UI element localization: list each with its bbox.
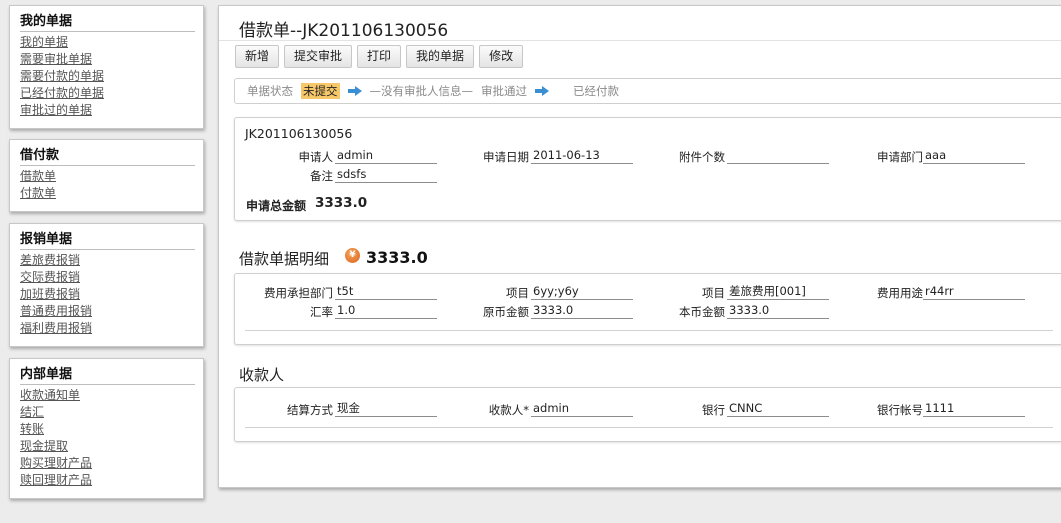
sidebar-group-title: 借付款 bbox=[20, 148, 195, 166]
sidebar-group-title: 报销单据 bbox=[20, 232, 195, 250]
bank-account-field[interactable]: 1111 bbox=[923, 401, 1025, 417]
cost-dept-field[interactable]: t5t bbox=[335, 284, 437, 300]
yen-coin-icon: ¥ bbox=[345, 248, 360, 263]
apply-date-label: 申请日期 bbox=[483, 150, 529, 164]
sidebar-link-need-payment[interactable]: 需要付款的单据 bbox=[20, 68, 195, 85]
edit-button[interactable]: 修改 bbox=[479, 45, 524, 68]
sidebar-group-title: 我的单据 bbox=[20, 14, 195, 32]
status-current-badge: 未提交 bbox=[301, 83, 340, 99]
main-panel: 借款单--JK201106130056 新增 提交审批 打印 我的单据 修改 单… bbox=[218, 5, 1061, 488]
applicant-field[interactable]: admin bbox=[335, 148, 437, 164]
sidebar-link-transfer[interactable]: 转账 bbox=[20, 421, 195, 438]
settlement-method-field[interactable]: 现金 bbox=[335, 401, 437, 417]
sidebar-group-loan: 借付款 借款单 付款单 bbox=[9, 139, 204, 212]
detail-section-title: 借款单据明细 bbox=[239, 250, 330, 268]
remark-field[interactable]: sdsfs bbox=[335, 167, 437, 183]
sidebar-link-loan[interactable]: 借款单 bbox=[20, 168, 195, 185]
sidebar-link-fx-settlement[interactable]: 结汇 bbox=[20, 404, 195, 421]
status-step-approved: 审批通过 bbox=[481, 84, 527, 98]
project-field[interactable]: 6yy;y6y bbox=[531, 284, 633, 300]
usage-field[interactable]: r44rr bbox=[923, 284, 1025, 300]
title-divider bbox=[219, 40, 1061, 41]
status-label: 单据状态 bbox=[247, 84, 293, 98]
payee-field[interactable]: admin bbox=[531, 401, 633, 417]
my-docs-button[interactable]: 我的单据 bbox=[406, 45, 475, 68]
payee-box: 结算方式 现金 收款人* admin 银行 CNNC 银行帐号 1111 bbox=[234, 387, 1061, 442]
status-step-paid: 已经付款 bbox=[573, 84, 619, 98]
header-info-box: JK201106130056 申请人 admin 申请日期 2011-06-13… bbox=[234, 117, 1061, 221]
status-bar: 单据状态 未提交 —没有审批人信息— 审批通过 已经付款 bbox=[234, 78, 1061, 104]
payee-label: 收款人* bbox=[488, 403, 529, 417]
sidebar-group-internal: 内部单据 收款通知单 结汇 转账 现金提取 购买理财产品 赎回理财产品 bbox=[9, 358, 204, 499]
apply-dept-field[interactable]: aaa bbox=[923, 148, 1025, 164]
doc-number: JK201106130056 bbox=[245, 126, 353, 141]
project-label: 项目 bbox=[506, 286, 529, 300]
payee-divider bbox=[245, 427, 1053, 428]
cost-dept-label: 费用承担部门 bbox=[264, 286, 333, 300]
item-label: 项目 bbox=[702, 286, 725, 300]
total-amount-value: 3333.0 bbox=[315, 195, 368, 211]
total-amount-label: 申请总金额 bbox=[246, 199, 307, 213]
sidebar-link-general[interactable]: 普通费用报销 bbox=[20, 303, 195, 320]
bank-label: 银行 bbox=[702, 403, 725, 417]
usage-label: 费用用途 bbox=[877, 286, 923, 300]
applicant-label: 申请人 bbox=[298, 150, 334, 164]
sidebar-link-entertainment[interactable]: 交际费报销 bbox=[20, 269, 195, 286]
exchange-rate-label: 汇率 bbox=[310, 305, 333, 319]
page-title: 借款单--JK201106130056 bbox=[239, 21, 449, 41]
exchange-rate-field[interactable]: 1.0 bbox=[335, 303, 437, 319]
item-field[interactable]: 差旅费用[001] bbox=[727, 284, 829, 300]
attachment-count-field[interactable] bbox=[727, 148, 829, 164]
detail-amount: 3333.0 bbox=[366, 248, 428, 267]
status-approver: —没有审批人信息— bbox=[369, 84, 474, 98]
local-amount-label: 本币金额 bbox=[679, 305, 725, 319]
sidebar-link-buy-wealth[interactable]: 购买理财产品 bbox=[20, 455, 195, 472]
sidebar-link-welfare[interactable]: 福利费用报销 bbox=[20, 320, 195, 337]
sidebar-link-overtime[interactable]: 加班费报销 bbox=[20, 286, 195, 303]
sidebar-link-approved[interactable]: 审批过的单据 bbox=[20, 102, 195, 119]
apply-date-field[interactable]: 2011-06-13 bbox=[531, 148, 633, 164]
sidebar-link-cash-withdraw[interactable]: 现金提取 bbox=[20, 438, 195, 455]
sidebar-group-title: 内部单据 bbox=[20, 367, 195, 385]
payee-section-title: 收款人 bbox=[239, 366, 285, 384]
arrow-right-icon bbox=[535, 86, 549, 96]
arrow-right-icon bbox=[347, 86, 362, 96]
toolbar: 新增 提交审批 打印 我的单据 修改 bbox=[235, 45, 524, 68]
settlement-method-label: 结算方式 bbox=[287, 403, 333, 417]
local-amount-field[interactable]: 3333.0 bbox=[727, 303, 829, 319]
sidebar-link-payment[interactable]: 付款单 bbox=[20, 185, 195, 202]
sidebar-link-need-approval[interactable]: 需要审批单据 bbox=[20, 51, 195, 68]
detail-divider bbox=[245, 330, 1053, 331]
sidebar-link-my-docs[interactable]: 我的单据 bbox=[20, 34, 195, 51]
sidebar-link-paid[interactable]: 已经付款的单据 bbox=[20, 85, 195, 102]
orig-amount-field[interactable]: 3333.0 bbox=[531, 303, 633, 319]
remark-label: 备注 bbox=[310, 169, 333, 183]
sidebar-group-my-docs: 我的单据 我的单据 需要审批单据 需要付款的单据 已经付款的单据 审批过的单据 bbox=[9, 5, 204, 129]
bank-account-label: 银行帐号 bbox=[877, 403, 923, 417]
bank-field[interactable]: CNNC bbox=[727, 401, 829, 417]
orig-amount-label: 原币金额 bbox=[483, 305, 529, 319]
submit-approval-button[interactable]: 提交审批 bbox=[284, 45, 353, 68]
new-button[interactable]: 新增 bbox=[235, 45, 280, 68]
attachment-count-label: 附件个数 bbox=[679, 150, 725, 164]
sidebar-group-reimburse: 报销单据 差旅费报销 交际费报销 加班费报销 普通费用报销 福利费用报销 bbox=[9, 223, 204, 347]
print-button[interactable]: 打印 bbox=[357, 45, 402, 68]
apply-dept-label: 申请部门 bbox=[877, 150, 923, 164]
sidebar-link-receipt-notice[interactable]: 收款通知单 bbox=[20, 387, 195, 404]
sidebar-link-redeem-wealth[interactable]: 赎回理财产品 bbox=[20, 472, 195, 489]
detail-box: 费用承担部门 t5t 项目 6yy;y6y 项目 差旅费用[001] 费用用途 … bbox=[234, 273, 1061, 345]
sidebar-link-travel[interactable]: 差旅费报销 bbox=[20, 252, 195, 269]
